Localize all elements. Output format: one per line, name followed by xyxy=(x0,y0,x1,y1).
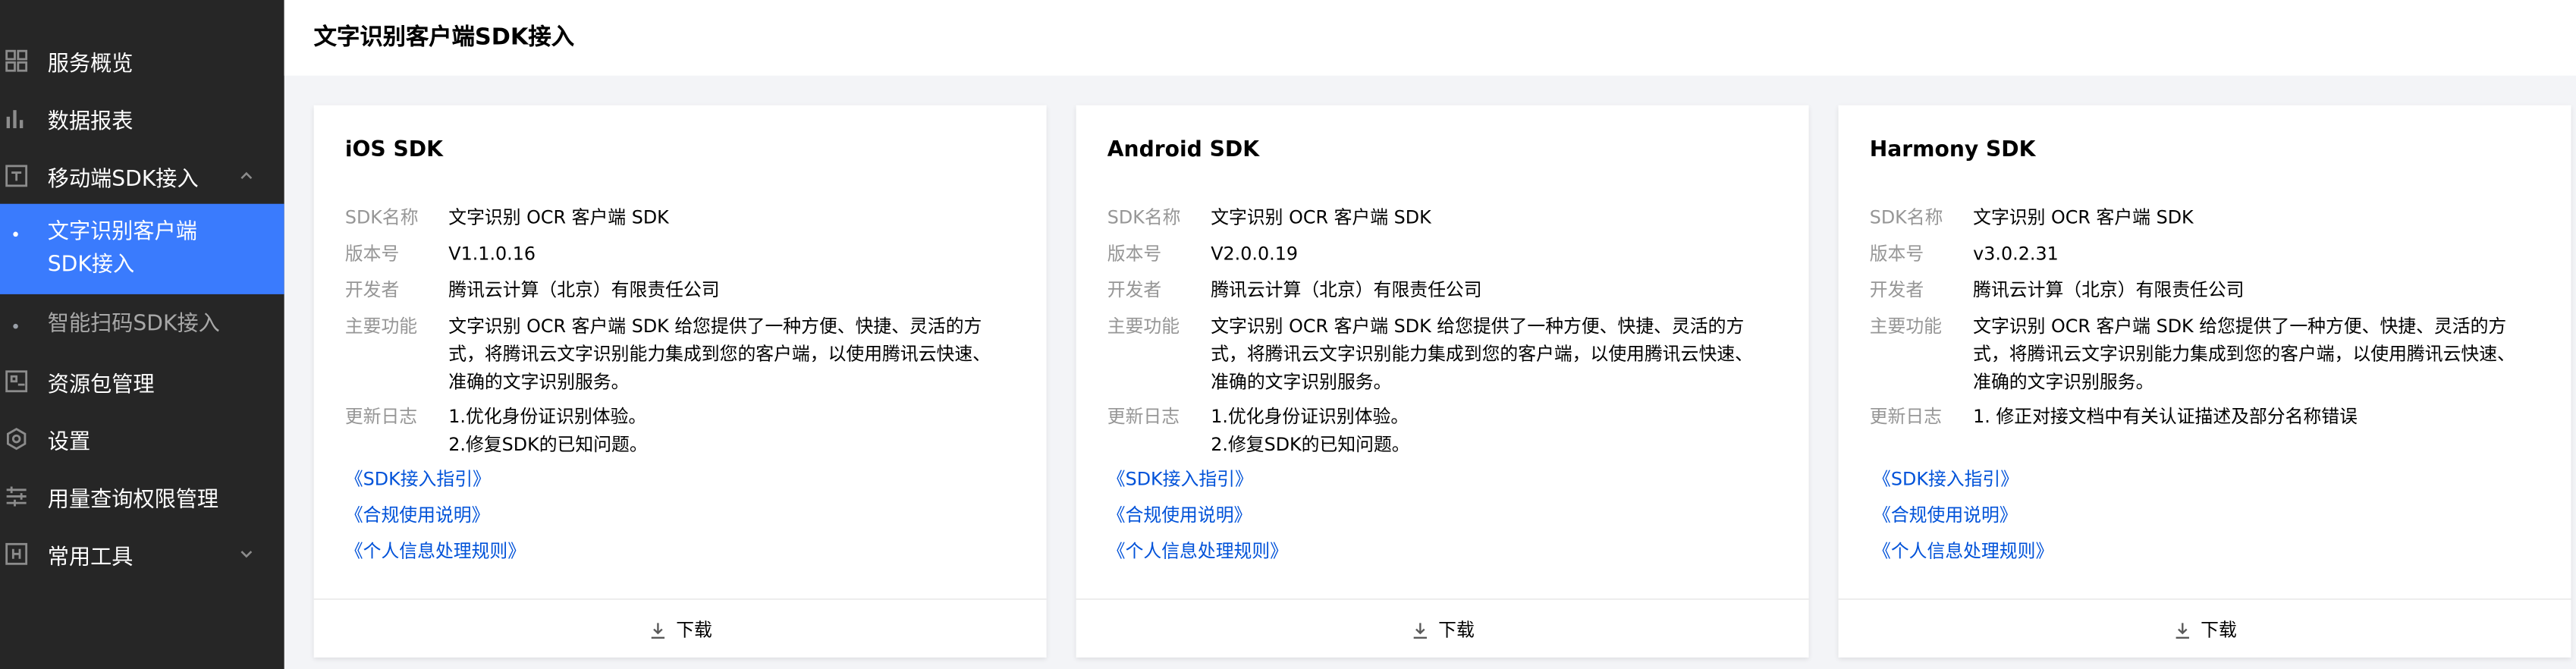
field-label: SDK名称 xyxy=(344,207,419,229)
field-value: V2.0.0.19 xyxy=(1211,243,1299,265)
sidebar-item-service-overview[interactable]: 服务概览 xyxy=(0,33,284,89)
field-label: 版本号 xyxy=(344,243,400,265)
page-header: 文字识别客户端SDK接入 xyxy=(284,0,2576,76)
changelog-line: 1. 修正对接文档中有关认证描述及部分名称错误 xyxy=(1973,406,2358,428)
link-compliance[interactable]: 《合规使用说明》 xyxy=(1873,503,2018,529)
link-privacy-rules[interactable]: 《个人信息处理规则》 xyxy=(1873,539,2053,566)
sidebar-item-label: 数据报表 xyxy=(47,109,134,134)
field-value: 文字识别 OCR 客户端 SDK 给您提供了一种方便、快捷、灵活的方式，将腾讯云… xyxy=(1211,316,1753,393)
box-icon xyxy=(5,165,28,187)
field-value: V1.1.0.16 xyxy=(448,243,536,265)
sidebar-item-common-tools[interactable]: 常用工具 xyxy=(0,526,284,582)
download-button[interactable]: 下载 xyxy=(1076,598,1809,659)
sidebar-item-label: 设置 xyxy=(47,429,91,455)
link-privacy-rules[interactable]: 《个人信息处理规则》 xyxy=(345,539,526,566)
download-icon xyxy=(1410,620,1428,639)
link-privacy-rules[interactable]: 《个人信息处理规则》 xyxy=(1107,539,1288,566)
page-title: 文字识别客户端SDK接入 xyxy=(313,24,575,52)
grid-icon xyxy=(5,49,28,72)
download-button[interactable]: 下载 xyxy=(313,598,1047,659)
sidebar: 服务概览 数据报表 移动端SDK接入 文字识别客户端 SDK接入 智能扫码SDK… xyxy=(0,0,284,669)
field-value: v3.0.2.31 xyxy=(1973,243,2059,265)
sidebar-item-data-reports[interactable]: 数据报表 xyxy=(0,90,284,146)
changelog-line: 1.优化身份证识别体验。 xyxy=(1211,406,1409,428)
card-title: Android SDK xyxy=(1107,138,1260,163)
download-button[interactable]: 下载 xyxy=(1838,598,2571,659)
field-value: 文字识别 OCR 客户端 SDK xyxy=(1973,207,2194,229)
sdk-card-android: Android SDK SDK名称 文字识别 OCR 客户端 SDK 版本号 V… xyxy=(1076,105,1809,658)
link-compliance[interactable]: 《合规使用说明》 xyxy=(345,503,490,529)
download-label: 下载 xyxy=(2201,619,2237,642)
field-label: 版本号 xyxy=(1107,243,1162,265)
field-label: 开发者 xyxy=(344,279,400,301)
download-label: 下载 xyxy=(676,619,712,642)
sliders-icon xyxy=(5,485,27,507)
field-label: 主要功能 xyxy=(1107,316,1180,338)
sdk-card-ios: iOS SDK SDK名称 文字识别 OCR 客户端 SDK 版本号 V1.1.… xyxy=(313,105,1047,659)
sdk-card-harmony: Harmony SDK SDK名称 文字识别 OCR 客户端 SDK 版本号 v… xyxy=(1838,105,2571,659)
download-icon xyxy=(2172,620,2191,639)
field-label: 更新日志 xyxy=(1107,406,1180,428)
field-value: 文字识别 OCR 客户端 SDK 给您提供了一种方便、快捷、灵活的方式，将腾讯云… xyxy=(448,316,991,393)
sidebar-item-label: 常用工具 xyxy=(47,545,134,570)
sidebar-item-label: 用量查询权限管理 xyxy=(47,487,219,513)
sidebar-item-label: 服务概览 xyxy=(47,52,134,77)
changelog-line: 1.优化身份证识别体验。 xyxy=(448,406,647,428)
field-label: 版本号 xyxy=(1869,243,1924,265)
sidebar-subitem-smart-scan-sdk[interactable]: 智能扫码SDK接入 xyxy=(0,297,284,353)
field-label: 更新日志 xyxy=(344,406,418,428)
sidebar-item-label: 移动端SDK接入 xyxy=(47,166,199,192)
field-label: 开发者 xyxy=(1869,279,1924,301)
sidebar-subitem-ocr-client-sdk[interactable]: 文字识别客户端 SDK接入 xyxy=(0,203,284,294)
link-sdk-guide[interactable]: 《SDK接入指引》 xyxy=(1107,466,1253,493)
chevron-down-icon xyxy=(238,545,255,562)
sidebar-item-settings[interactable]: 设置 xyxy=(0,411,284,467)
sidebar-item-usage-permissions[interactable]: 用量查询权限管理 xyxy=(0,469,284,525)
field-label: SDK名称 xyxy=(1869,207,1943,229)
field-label: 主要功能 xyxy=(344,316,418,338)
bullet-icon xyxy=(13,323,18,329)
field-label: SDK名称 xyxy=(1107,207,1181,229)
field-label: 主要功能 xyxy=(1869,316,1942,338)
sidebar-subitem-label-line2: SDK接入 xyxy=(47,253,135,278)
bar-chart-icon xyxy=(5,107,27,130)
sidebar-subitem-label-line1: 文字识别客户端 xyxy=(47,220,197,245)
changelog-line: 2.修复SDK的已知问题。 xyxy=(448,434,648,456)
field-value: 腾讯云计算（北京）有限责任公司 xyxy=(1973,279,2245,301)
sidebar-item-label: 资源包管理 xyxy=(47,372,155,397)
sidebar-item-resource-packages[interactable]: 资源包管理 xyxy=(0,353,284,410)
settings-icon xyxy=(5,427,27,451)
package-icon xyxy=(5,370,28,393)
link-sdk-guide[interactable]: 《SDK接入指引》 xyxy=(345,466,491,493)
field-value: 文字识别 OCR 客户端 SDK xyxy=(448,207,669,229)
download-icon xyxy=(648,620,666,639)
sidebar-subitem-label: 智能扫码SDK接入 xyxy=(47,312,220,338)
field-label: 更新日志 xyxy=(1869,406,1942,428)
card-title: iOS SDK xyxy=(344,138,443,163)
link-sdk-guide[interactable]: 《SDK接入指引》 xyxy=(1873,466,2018,493)
card-title: Harmony SDK xyxy=(1869,138,2036,163)
chevron-up-icon xyxy=(238,168,255,184)
field-value: 文字识别 OCR 客户端 SDK xyxy=(1211,207,1431,229)
download-label: 下载 xyxy=(1438,619,1475,642)
main-content: 文字识别客户端SDK接入 iOS SDK SDK名称 文字识别 OCR 客户端 … xyxy=(284,0,2576,669)
changelog-line: 2.修复SDK的已知问题。 xyxy=(1211,434,1410,456)
toolbox-icon xyxy=(5,542,28,565)
field-value: 文字识别 OCR 客户端 SDK 给您提供了一种方便、快捷、灵活的方式，将腾讯云… xyxy=(1973,316,2515,393)
sidebar-item-mobile-sdk[interactable]: 移动端SDK接入 xyxy=(0,148,284,204)
field-label: 开发者 xyxy=(1107,279,1162,301)
field-value: 腾讯云计算（北京）有限责任公司 xyxy=(1211,279,1482,301)
link-compliance[interactable]: 《合规使用说明》 xyxy=(1107,503,1252,529)
bullet-icon xyxy=(13,231,18,237)
field-value: 腾讯云计算（北京）有限责任公司 xyxy=(448,279,720,301)
